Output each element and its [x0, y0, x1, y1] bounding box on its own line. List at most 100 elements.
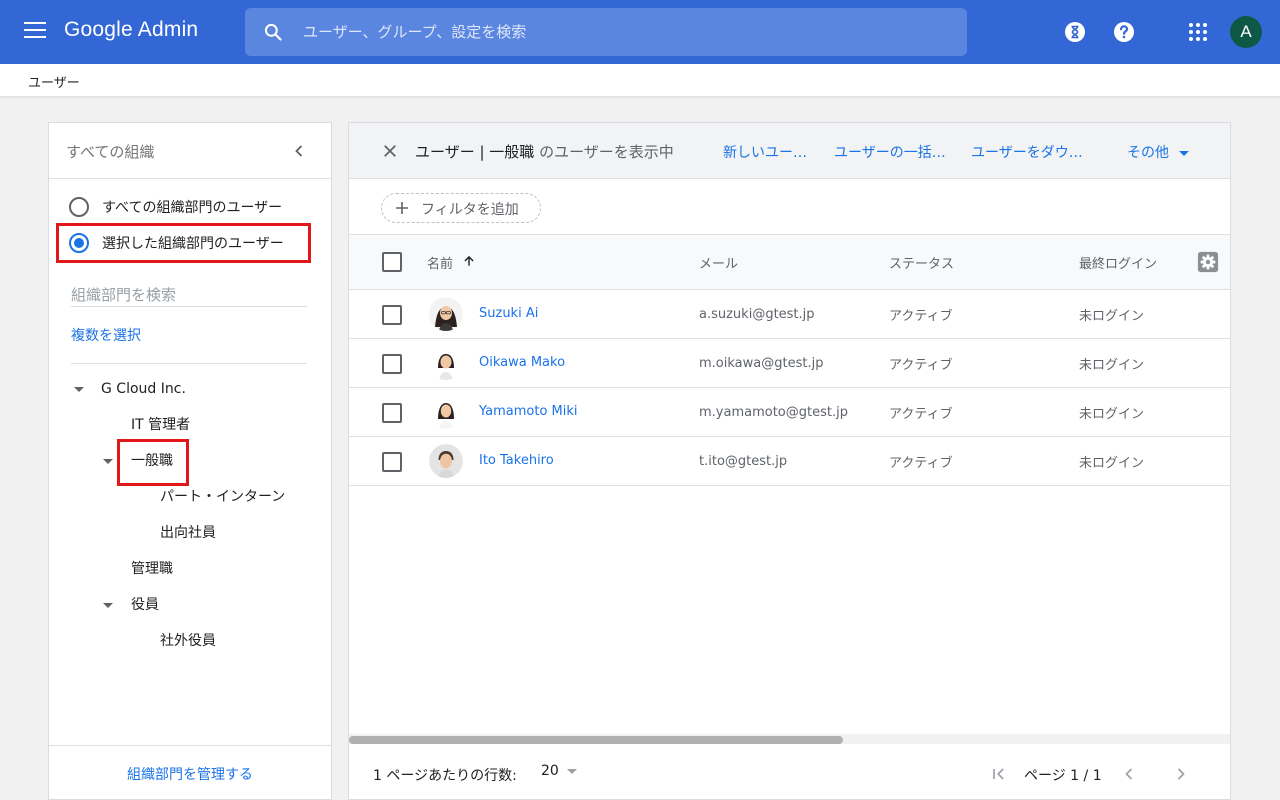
apps-icon[interactable]: [1186, 20, 1210, 44]
rows-per-page-select[interactable]: 20: [541, 763, 577, 779]
radio-button-checked[interactable]: [69, 233, 89, 253]
rows-per-page-label: 1 ページあたりの行数:: [373, 768, 517, 784]
user-status: アクティブ: [889, 358, 953, 373]
table-header: 名前 メール ステータス 最終ログイン: [349, 235, 1230, 290]
expand-arrow-icon[interactable]: [103, 603, 113, 608]
page-indicator: ページ 1 / 1: [1024, 768, 1102, 784]
plus-icon: [396, 202, 408, 214]
user-last-login: 未ログイン: [1079, 358, 1145, 373]
search-input[interactable]: [303, 8, 943, 56]
help-icon[interactable]: [1112, 20, 1136, 44]
close-icon[interactable]: [381, 142, 399, 160]
add-new-user-button[interactable]: 新しいユー…: [723, 142, 807, 162]
user-email: m.oikawa@gtest.jp: [699, 356, 824, 371]
menu-icon[interactable]: [24, 22, 46, 40]
add-filter-button[interactable]: フィルタを追加: [381, 193, 541, 223]
user-avatar: [429, 395, 463, 429]
manage-org-units-link[interactable]: 組織部門を管理する: [49, 764, 331, 784]
settings-icon[interactable]: [1197, 251, 1219, 273]
user-status: アクティブ: [889, 407, 953, 422]
column-header-email[interactable]: メール: [699, 253, 738, 272]
table-row[interactable]: Yamamoto Miki m.yamamoto@gtest.jp アクティブ …: [349, 388, 1230, 437]
page-title-prefix: ユーザー | 一般職: [415, 143, 535, 161]
more-label: その他: [1127, 145, 1169, 161]
tree-item-manager[interactable]: 管理職: [131, 559, 173, 579]
dropdown-arrow-icon: [1179, 150, 1189, 156]
user-avatar: [429, 297, 463, 331]
user-list-panel: ユーザー | 一般職 のユーザーを表示中 新しいユー… ユーザーの一括… ユーザ…: [348, 122, 1231, 800]
user-last-login: 未ログイン: [1079, 309, 1145, 324]
row-checkbox[interactable]: [382, 305, 402, 325]
user-last-login: 未ログイン: [1079, 456, 1145, 471]
table-row[interactable]: Oikawa Mako m.oikawa@gtest.jp アクティブ 未ログイ…: [349, 339, 1230, 388]
expand-arrow-icon[interactable]: [74, 387, 84, 392]
search-icon[interactable]: [263, 22, 283, 42]
radio-selected-label: 選択した組織部門のユーザー: [102, 236, 284, 252]
org-panel-footer: 組織部門を管理する: [49, 745, 331, 800]
top-app-bar: Google Admin A: [0, 0, 1280, 64]
search-box[interactable]: [245, 8, 967, 56]
first-page-icon[interactable]: [989, 764, 1009, 784]
hourglass-icon[interactable]: [1063, 20, 1087, 44]
radio-all-org-units[interactable]: すべての組織部門のユーザー: [69, 195, 282, 219]
radio-selected-org-unit[interactable]: 選択した組織部門のユーザー: [69, 231, 284, 255]
user-name-link[interactable]: Ito Takehiro: [479, 453, 554, 468]
multi-select-link[interactable]: 複数を選択: [71, 325, 141, 345]
org-unit-panel: すべての組織 すべての組織部門のユーザー 選択した組織部門のユーザー 複数を選択…: [48, 122, 332, 800]
page-title: ユーザー | 一般職 のユーザーを表示中: [415, 141, 674, 162]
user-avatar: [429, 444, 463, 478]
org-panel-header: すべての組織: [49, 123, 331, 179]
radio-button[interactable]: [69, 197, 89, 217]
radio-all-label: すべての組織部門のユーザー: [102, 200, 283, 216]
pagination-bar: 1 ページあたりの行数: 20 ページ 1 / 1: [349, 745, 1230, 800]
tree-item-it[interactable]: IT 管理者: [131, 415, 190, 435]
user-email: t.ito@gtest.jp: [699, 454, 788, 469]
org-unit-search-input[interactable]: [71, 283, 307, 307]
bulk-update-users-button[interactable]: ユーザーの一括…: [834, 142, 946, 162]
scrollbar-thumb[interactable]: [349, 736, 843, 744]
tree-item-officer[interactable]: 役員: [131, 595, 159, 615]
download-users-button[interactable]: ユーザーをダウ…: [971, 142, 1083, 162]
row-checkbox[interactable]: [382, 403, 402, 423]
divider: [71, 363, 307, 364]
tree-item-outside-officer[interactable]: 社外役員: [160, 631, 216, 651]
user-name-link[interactable]: Suzuki Ai: [479, 306, 538, 321]
add-filter-label: フィルタを追加: [421, 202, 519, 218]
table-row[interactable]: Ito Takehiro t.ito@gtest.jp アクティブ 未ログイン: [349, 437, 1230, 486]
user-name-link[interactable]: Oikawa Mako: [479, 355, 565, 370]
tree-item-part[interactable]: パート・インターン: [160, 487, 285, 507]
user-name-link[interactable]: Yamamoto Miki: [479, 404, 578, 419]
account-avatar[interactable]: A: [1230, 16, 1262, 48]
column-header-last-login[interactable]: 最終ログイン: [1079, 253, 1157, 272]
user-email: m.yamamoto@gtest.jp: [699, 405, 848, 420]
user-status: アクティブ: [889, 309, 953, 324]
row-checkbox[interactable]: [382, 452, 402, 472]
dropdown-arrow-icon: [566, 768, 577, 774]
tree-item-general[interactable]: 一般職: [131, 451, 173, 471]
rows-per-page-value: 20: [541, 763, 559, 779]
page-title-suffix: のユーザーを表示中: [534, 143, 674, 161]
user-email: a.suzuki@gtest.jp: [699, 307, 815, 322]
user-list-header: ユーザー | 一般職 のユーザーを表示中 新しいユー… ユーザーの一括… ユーザ…: [349, 123, 1230, 179]
select-all-checkbox[interactable]: [382, 252, 402, 272]
filter-bar: フィルタを追加: [349, 179, 1230, 235]
tree-item-seconded[interactable]: 出向社員: [160, 523, 216, 543]
table-row[interactable]: Suzuki Ai a.suzuki@gtest.jp アクティブ 未ログイン: [349, 290, 1230, 339]
chevron-left-icon[interactable]: [289, 141, 309, 161]
column-header-name[interactable]: 名前: [427, 253, 453, 272]
app-logo[interactable]: Google Admin: [64, 18, 198, 42]
user-status: アクティブ: [889, 456, 953, 471]
chevron-left-icon[interactable]: [1119, 764, 1139, 784]
expand-arrow-icon[interactable]: [103, 459, 113, 464]
row-checkbox[interactable]: [382, 354, 402, 374]
user-last-login: 未ログイン: [1079, 407, 1145, 422]
chevron-right-icon[interactable]: [1171, 764, 1191, 784]
column-header-status[interactable]: ステータス: [889, 253, 954, 272]
more-menu-button[interactable]: その他: [1127, 142, 1189, 162]
breadcrumb: ユーザー: [0, 64, 1280, 97]
horizontal-scrollbar[interactable]: [349, 734, 1230, 744]
tree-item-root[interactable]: G Cloud Inc.: [101, 379, 186, 399]
org-panel-title: すべての組織: [66, 143, 155, 161]
user-avatar: [429, 346, 463, 380]
arrow-up-icon[interactable]: [462, 254, 476, 268]
